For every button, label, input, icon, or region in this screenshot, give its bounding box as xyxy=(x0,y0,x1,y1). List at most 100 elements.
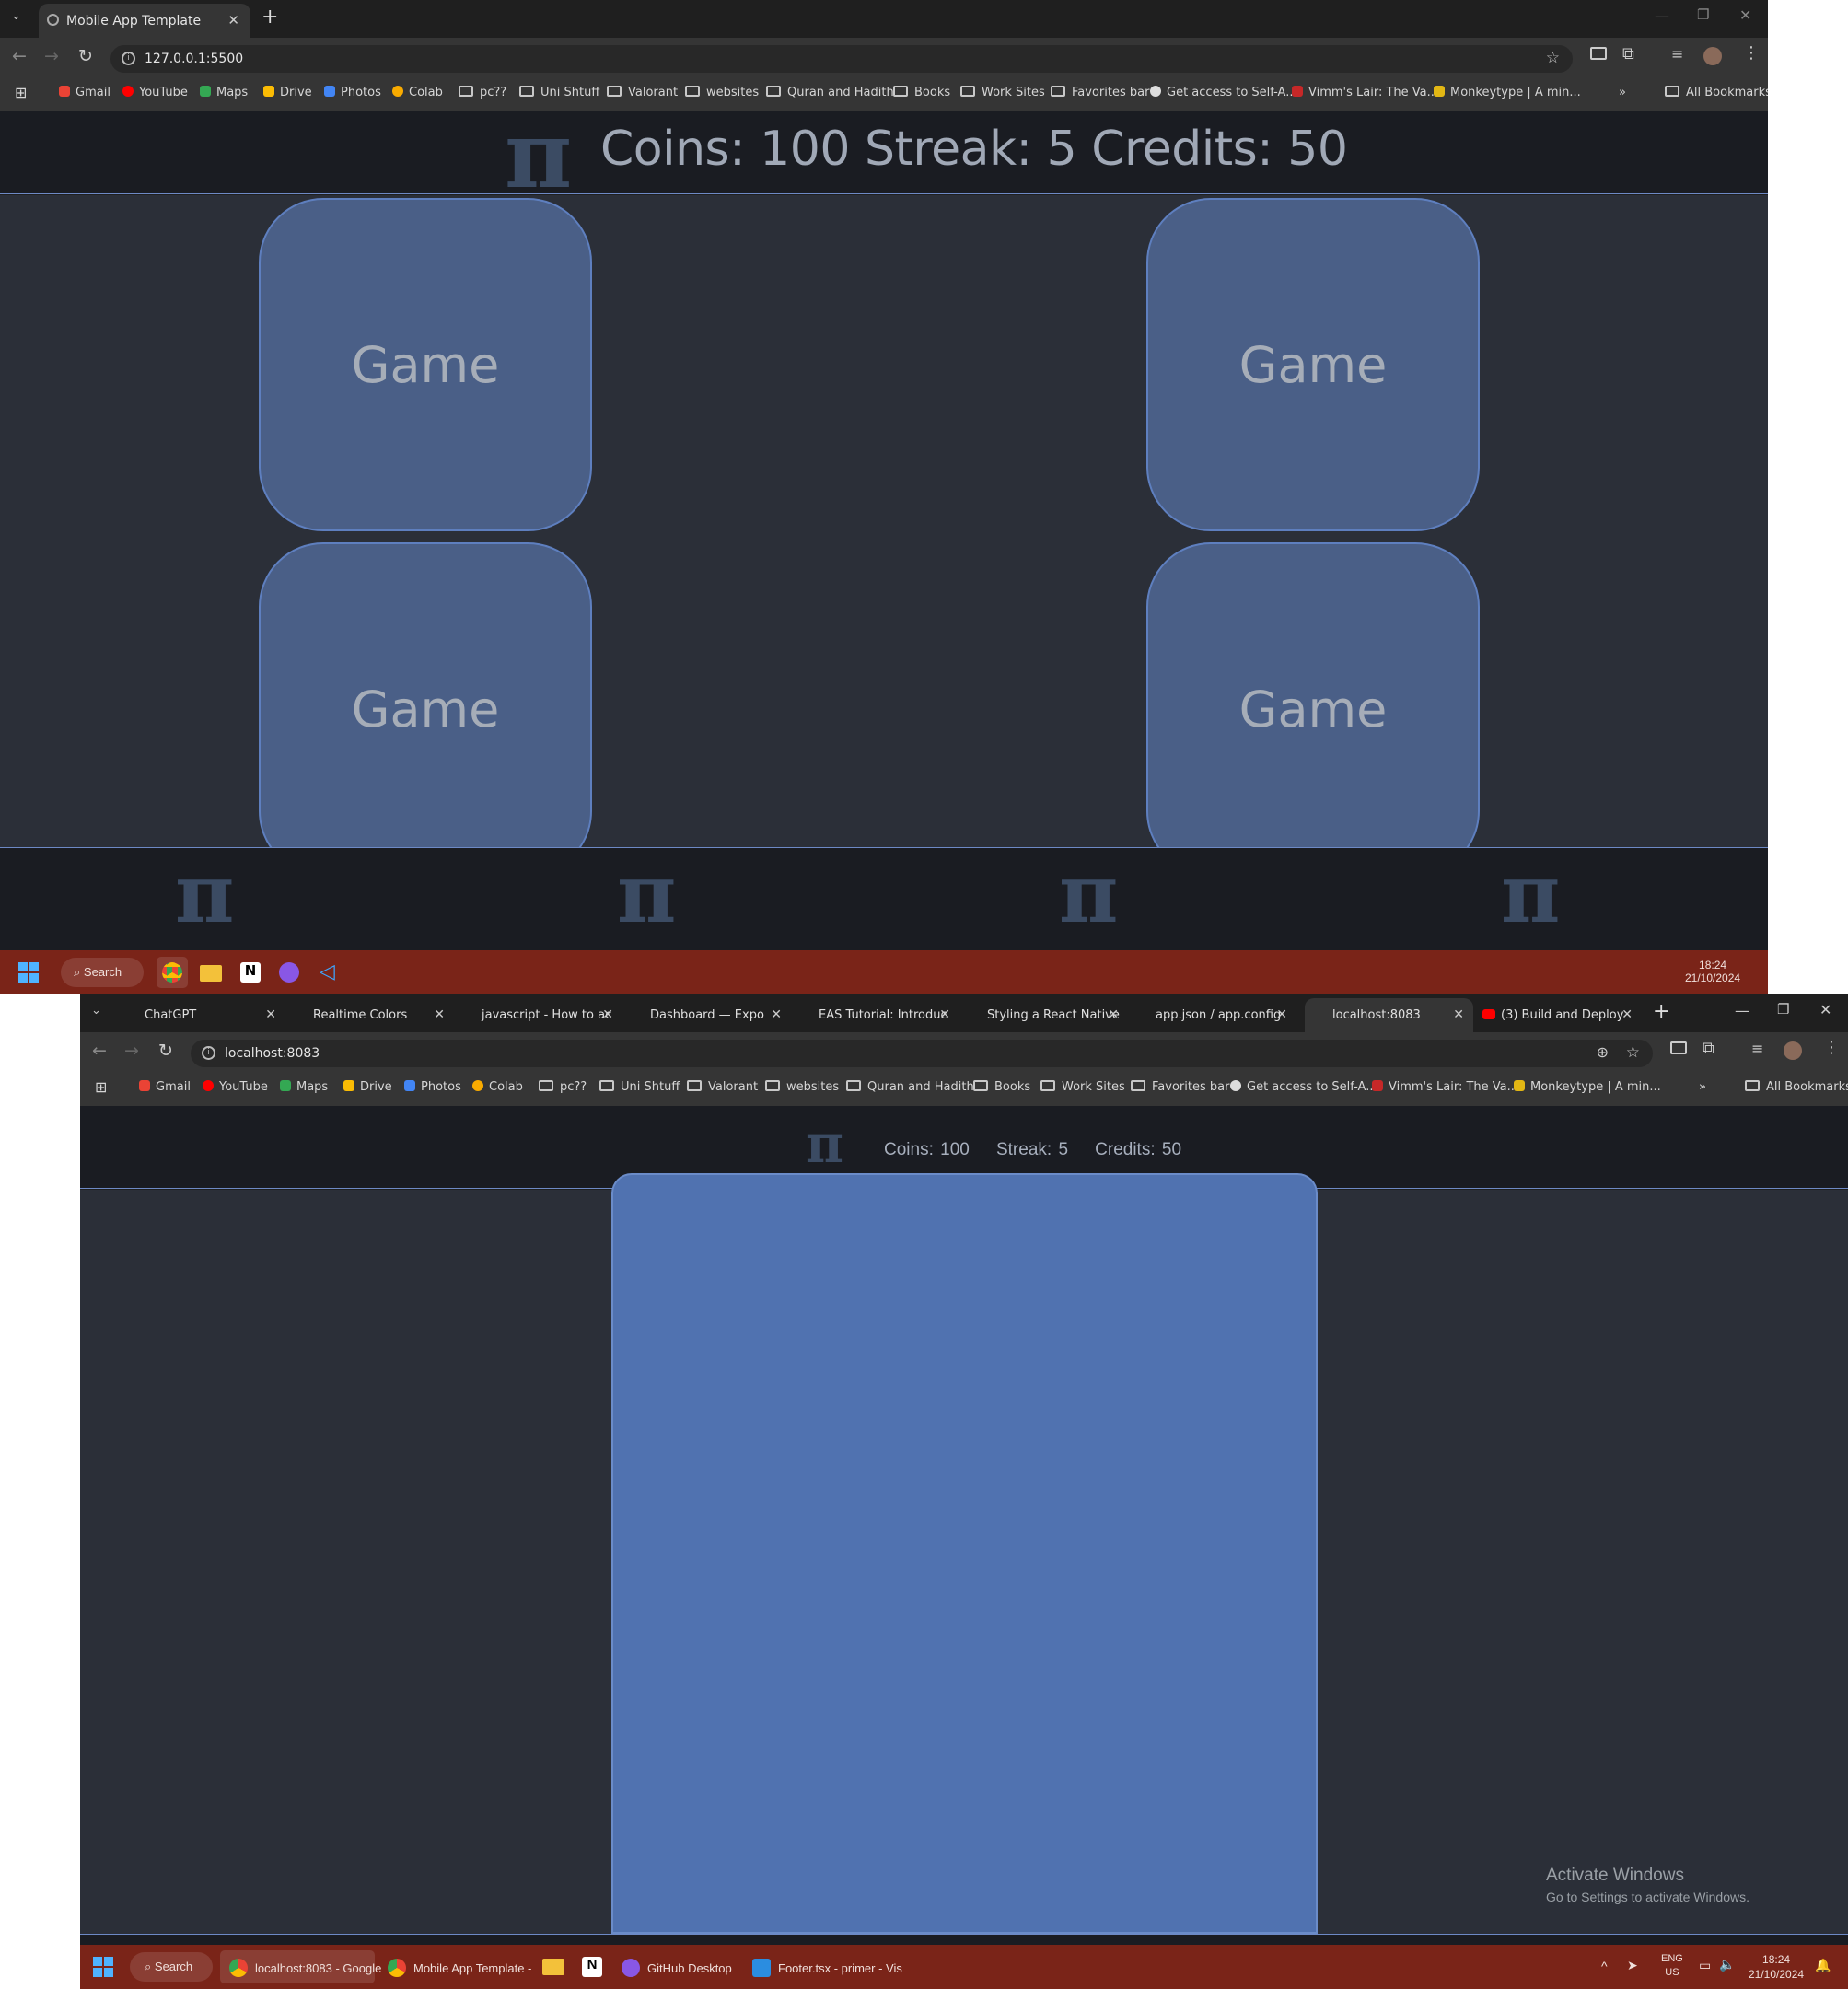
network-icon[interactable]: ▭ xyxy=(1699,1958,1711,1973)
bookmark-folder-valorant[interactable]: Valorant xyxy=(607,86,678,99)
forward-icon[interactable]: → xyxy=(44,46,59,66)
windows-start-icon[interactable] xyxy=(18,962,39,983)
taskbar-app-vscode[interactable]: Footer.tsx - primer - Vis xyxy=(743,1950,902,1983)
pi-icon[interactable]: π xyxy=(175,853,234,934)
bookmark-folder-books[interactable]: Books xyxy=(893,86,950,99)
tab-app-json[interactable]: app.json / app.config ✕ xyxy=(1128,998,1296,1032)
tab-search-icon[interactable]: ⌄ xyxy=(91,1004,101,1018)
tab-javascript[interactable]: javascript - How to ac ✕ xyxy=(454,998,622,1032)
close-tab-icon[interactable]: ✕ xyxy=(939,1007,950,1022)
taskbar-app-chrome-localhost[interactable]: localhost:8083 - Google xyxy=(220,1950,381,1983)
tab-realtime-colors[interactable]: Realtime Colors ✕ xyxy=(285,998,454,1032)
pi-icon[interactable]: π xyxy=(617,853,676,934)
close-tab-icon[interactable]: ✕ xyxy=(1621,1007,1633,1022)
more-bookmarks-icon[interactable]: » xyxy=(1699,1080,1706,1094)
tab-build-and-deploy[interactable]: (3) Build and Deploy ✕ xyxy=(1473,998,1642,1032)
file-explorer-icon[interactable] xyxy=(200,965,222,982)
menu-icon[interactable]: ⋮ xyxy=(1823,1038,1840,1057)
close-tab-icon[interactable]: ✕ xyxy=(602,1007,613,1022)
game-card[interactable]: Game xyxy=(1146,198,1480,531)
profile-avatar[interactable] xyxy=(1784,1041,1802,1060)
menu-icon[interactable]: ⋮ xyxy=(1743,43,1760,63)
notion-icon[interactable]: N xyxy=(240,962,261,983)
taskbar-search[interactable]: ⌕ Search xyxy=(61,958,144,987)
forward-icon[interactable]: → xyxy=(124,1041,139,1061)
new-tab-icon[interactable]: + xyxy=(1653,1000,1669,1023)
address-bar[interactable]: i localhost:8083 ⊕ ☆ xyxy=(191,1040,1653,1067)
bookmark-folder-valorant[interactable]: Valorant xyxy=(687,1080,758,1094)
bookmark-youtube[interactable]: YouTube xyxy=(122,86,188,99)
notion-icon[interactable]: N xyxy=(582,1957,602,1977)
apps-grid-icon[interactable]: ⊞ xyxy=(15,84,27,101)
windows-start-icon[interactable] xyxy=(93,1957,113,1977)
reload-icon[interactable]: ↻ xyxy=(78,46,93,66)
taskbar-clock[interactable]: 18:24 21/10/2024 xyxy=(1749,1952,1804,1982)
game-card[interactable]: Game xyxy=(259,198,592,531)
all-bookmarks[interactable]: All Bookmarks xyxy=(1665,86,1768,99)
bookmark-photos[interactable]: Photos xyxy=(404,1080,461,1094)
bookmark-folder-quran[interactable]: Quran and Hadith xyxy=(846,1080,974,1094)
new-tab-icon[interactable]: + xyxy=(262,6,278,29)
cast-icon[interactable] xyxy=(1590,47,1607,60)
tab-expo-dashboard[interactable]: Dashboard — Expo ✕ xyxy=(622,998,791,1032)
apps-grid-icon[interactable]: ⊞ xyxy=(95,1078,107,1096)
taskbar-search[interactable]: ⌕ Search xyxy=(130,1952,213,1982)
bookmark-photos[interactable]: Photos xyxy=(324,86,381,99)
all-bookmarks[interactable]: All Bookmarks xyxy=(1745,1080,1848,1094)
bookmark-maps[interactable]: Maps xyxy=(200,86,248,99)
pi-icon[interactable]: π xyxy=(1059,853,1118,934)
bookmark-folder-uni[interactable]: Uni Shtuff xyxy=(519,86,599,99)
close-tab-icon[interactable]: ✕ xyxy=(227,12,239,29)
bookmark-folder-work[interactable]: Work Sites xyxy=(960,86,1045,99)
bookmark-colab[interactable]: Colab xyxy=(472,1080,523,1094)
bookmark-monkeytype[interactable]: Monkeytype | A min... xyxy=(1434,86,1581,99)
extensions-icon[interactable]: ⧉ xyxy=(1703,1039,1714,1058)
taskbar-app-github-desktop[interactable]: GitHub Desktop xyxy=(612,1950,738,1983)
minimize-icon[interactable]: — xyxy=(1655,7,1669,25)
site-info-icon[interactable]: i xyxy=(202,1046,215,1060)
notification-bell-icon[interactable]: 🔔 xyxy=(1815,1958,1831,1973)
file-explorer-icon[interactable] xyxy=(542,1959,564,1975)
chevron-up-icon[interactable]: ^ xyxy=(1601,1959,1608,1973)
back-icon[interactable]: ← xyxy=(12,46,27,66)
close-tab-icon[interactable]: ✕ xyxy=(1276,1007,1287,1022)
extensions-icon[interactable]: ⧉ xyxy=(1622,44,1634,64)
close-tab-icon[interactable]: ✕ xyxy=(434,1007,445,1022)
restore-icon[interactable]: ❐ xyxy=(1697,6,1709,23)
bookmark-drive[interactable]: Drive xyxy=(263,86,312,99)
tab-localhost-8083[interactable]: localhost:8083 ✕ xyxy=(1305,998,1473,1032)
bookmark-colab[interactable]: Colab xyxy=(392,86,443,99)
media-icon[interactable]: ≡ xyxy=(1751,1040,1763,1057)
tab-eas-tutorial[interactable]: EAS Tutorial: Introduc ✕ xyxy=(791,998,959,1032)
bookmark-youtube[interactable]: YouTube xyxy=(203,1080,268,1094)
game-card-large[interactable] xyxy=(611,1173,1318,1934)
close-tab-icon[interactable]: ✕ xyxy=(1453,1007,1464,1022)
bookmark-gmail[interactable]: Gmail xyxy=(139,1080,191,1094)
bookmark-monkeytype[interactable]: Monkeytype | A min... xyxy=(1514,1080,1661,1094)
profile-avatar[interactable] xyxy=(1703,47,1722,65)
tab-chatgpt[interactable]: ChatGPT ✕ xyxy=(117,998,285,1032)
bookmark-drive[interactable]: Drive xyxy=(343,1080,392,1094)
tab-mobile-app-template[interactable]: Mobile App Template ✕ xyxy=(39,4,250,38)
restore-icon[interactable]: ❐ xyxy=(1777,1001,1789,1018)
bookmark-folder-websites[interactable]: websites xyxy=(765,1080,839,1094)
bookmark-folder-work[interactable]: Work Sites xyxy=(1040,1080,1125,1094)
close-window-icon[interactable]: ✕ xyxy=(1819,1001,1831,1018)
close-window-icon[interactable]: ✕ xyxy=(1739,6,1751,24)
close-tab-icon[interactable]: ✕ xyxy=(1108,1007,1119,1022)
more-bookmarks-icon[interactable]: » xyxy=(1619,86,1626,99)
bookmark-gmail[interactable]: Gmail xyxy=(59,86,110,99)
taskbar-clock[interactable]: 18:24 21/10/2024 xyxy=(1685,959,1740,984)
bookmark-folder-pc[interactable]: pc?? xyxy=(539,1080,587,1094)
address-bar[interactable]: i 127.0.0.1:5500 ☆ xyxy=(110,45,1573,73)
back-icon[interactable]: ← xyxy=(92,1041,107,1061)
bookmark-folder-books[interactable]: Books xyxy=(973,1080,1030,1094)
close-tab-icon[interactable]: ✕ xyxy=(771,1007,782,1022)
volume-icon[interactable]: 🔈 xyxy=(1719,1957,1735,1972)
bookmark-vimms[interactable]: Vimm's Lair: The Va... xyxy=(1372,1080,1518,1094)
bookmark-folder-pc[interactable]: pc?? xyxy=(459,86,506,99)
game-card[interactable]: Game xyxy=(259,542,592,847)
bookmark-maps[interactable]: Maps xyxy=(280,1080,328,1094)
bookmark-self-access[interactable]: Get access to Self-A... xyxy=(1150,86,1297,99)
github-desktop-icon[interactable] xyxy=(279,962,299,983)
